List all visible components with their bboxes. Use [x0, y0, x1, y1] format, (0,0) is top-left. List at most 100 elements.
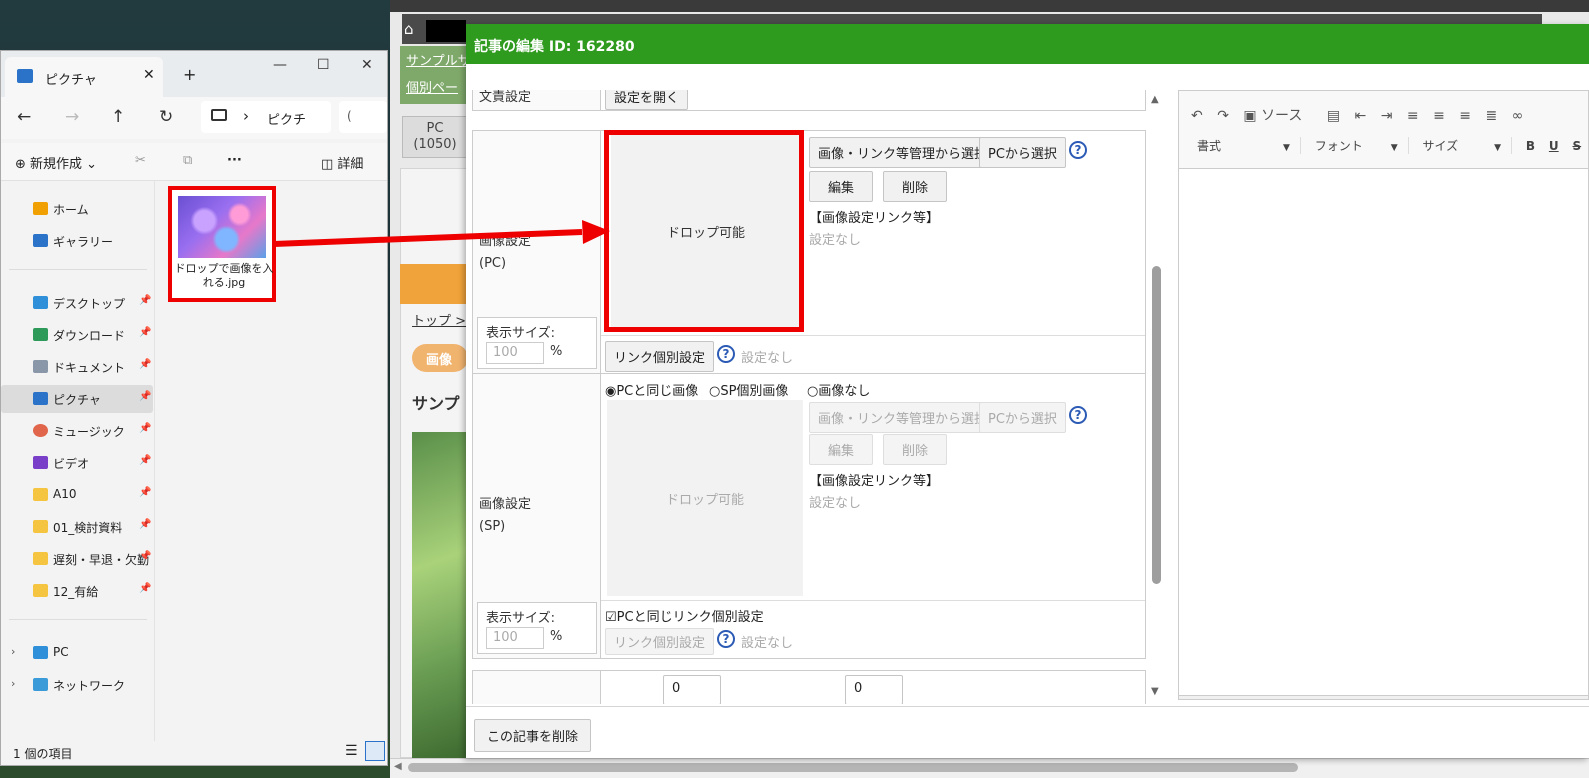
pc-link-individual-button[interactable]: リンク個別設定: [605, 341, 715, 372]
paste-icon[interactable]: ▤: [1327, 108, 1340, 124]
home-icon[interactable]: ⌂: [404, 20, 424, 40]
help-icon[interactable]: ?: [1069, 141, 1087, 159]
help-icon[interactable]: ?: [717, 345, 735, 363]
sidebar-item-folder[interactable]: 01_検討資料 📌: [1, 513, 153, 541]
indent-icon[interactable]: ⇥: [1381, 108, 1393, 124]
pin-icon[interactable]: 📌: [139, 295, 151, 306]
tile-view-icon[interactable]: [365, 741, 385, 761]
justify-icon[interactable]: ≣: [1485, 108, 1497, 124]
more-icon[interactable]: ···: [227, 153, 242, 168]
sp-same-link-checkbox[interactable]: ☑PCと同じリンク個別設定: [605, 606, 764, 625]
site-link[interactable]: サンプルサ: [400, 46, 468, 73]
sidebar-item-gallery[interactable]: ギャラリー: [1, 227, 153, 255]
pin-icon[interactable]: 📌: [139, 327, 151, 338]
back-icon[interactable]: ←: [17, 107, 31, 127]
sp-radio-same[interactable]: ◉PCと同じ画像: [605, 380, 698, 399]
align-right-icon[interactable]: ≡: [1459, 108, 1471, 124]
sp-image-drop-zone[interactable]: ドロップ可能: [607, 400, 803, 596]
align-center-icon[interactable]: ≡: [1433, 108, 1445, 124]
pc-select-from-manager-button[interactable]: 画像・リンク等管理から選択: [809, 137, 997, 168]
sidebar-item-network[interactable]: › ネットワーク: [1, 671, 153, 699]
scroll-down-icon[interactable]: ▼: [1151, 686, 1159, 697]
sidebar-item-downloads[interactable]: ダウンロード 📌: [1, 321, 153, 349]
list-view-icon[interactable]: ☰: [345, 743, 358, 759]
form-vertical-scrollbar[interactable]: ▲ ▼: [1150, 90, 1164, 704]
sidebar-item-desktop[interactable]: デスクトップ 📌: [1, 289, 153, 317]
cut-icon[interactable]: ✂: [135, 153, 146, 168]
sp-delete-button[interactable]: 削除: [883, 434, 948, 465]
pin-icon[interactable]: 📌: [139, 519, 151, 530]
pc-select-from-pc-button[interactable]: PCから選択: [979, 137, 1066, 168]
source-button[interactable]: ▣ ソース: [1243, 108, 1312, 124]
minimize-icon[interactable]: —: [273, 57, 287, 73]
maximize-icon[interactable]: ☐: [317, 57, 330, 73]
pin-icon[interactable]: 📌: [139, 583, 151, 594]
redo-icon[interactable]: ↷: [1217, 108, 1229, 124]
link-icon[interactable]: ∞: [1512, 108, 1524, 124]
pin-icon[interactable]: 📌: [139, 455, 151, 466]
sidebar-item-pc[interactable]: › PC: [1, 639, 153, 667]
delete-article-button[interactable]: この記事を削除: [474, 719, 592, 752]
sidebar-item-pictures[interactable]: ピクチャ 📌: [1, 385, 153, 413]
scrollbar-thumb[interactable]: [408, 763, 1298, 772]
open-settings-button[interactable]: 設定を開く: [605, 90, 689, 110]
sidebar-item-music[interactable]: ミュージック 📌: [1, 417, 153, 445]
sidebar-item-home[interactable]: ホーム: [1, 195, 153, 223]
underline-button[interactable]: U: [1549, 139, 1559, 153]
sp-radio-individual[interactable]: ○SP個別画像: [709, 380, 788, 399]
sp-edit-button[interactable]: 編集: [809, 434, 874, 465]
help-icon[interactable]: ?: [1069, 406, 1087, 424]
forward-icon[interactable]: →: [65, 107, 79, 127]
size-dropdown[interactable]: サイズ ▼: [1413, 137, 1513, 154]
breadcrumb[interactable]: トップ >: [412, 310, 466, 329]
pin-icon[interactable]: 📌: [139, 391, 151, 402]
pin-icon[interactable]: 📌: [139, 551, 151, 562]
undo-icon[interactable]: ↶: [1191, 108, 1203, 124]
pin-icon[interactable]: 📌: [139, 423, 151, 434]
align-left-icon[interactable]: ≡: [1407, 108, 1419, 124]
bold-button[interactable]: B: [1526, 139, 1535, 153]
scroll-left-icon[interactable]: ◀: [394, 761, 402, 772]
explorer-tab[interactable]: ピクチャ ✕: [5, 57, 163, 97]
chevron-right-icon[interactable]: ›: [11, 677, 15, 690]
pin-icon[interactable]: 📌: [139, 359, 151, 370]
sp-select-from-pc-button[interactable]: PCから選択: [979, 402, 1066, 433]
close-window-icon[interactable]: ✕: [361, 57, 373, 73]
strike-button[interactable]: S: [1572, 139, 1581, 153]
sp-size-input[interactable]: 100: [486, 627, 544, 649]
sidebar-item-folder[interactable]: 遅刻・早退・欠勤 📌: [1, 545, 153, 573]
search-box[interactable]: (: [339, 101, 387, 133]
scroll-up-icon[interactable]: ▲: [1151, 94, 1159, 105]
sidebar-item-documents[interactable]: ドキュメント 📌: [1, 353, 153, 381]
image-file-tile[interactable]: ドロップで画像を入れる.jpg: [168, 186, 276, 302]
address-bar[interactable]: › ピクチ: [201, 101, 331, 133]
outdent-icon[interactable]: ⇤: [1355, 108, 1367, 124]
new-tab-icon[interactable]: +: [183, 65, 196, 84]
close-tab-icon[interactable]: ✕: [143, 67, 155, 83]
up-icon[interactable]: ↑: [111, 107, 125, 127]
chevron-right-icon[interactable]: ›: [11, 645, 15, 658]
next-row-input-a[interactable]: 0: [663, 675, 721, 704]
refresh-icon[interactable]: ↻: [159, 107, 173, 127]
copy-icon[interactable]: ⧉: [183, 153, 192, 168]
format-dropdown[interactable]: 書式 ▼: [1187, 137, 1301, 154]
pin-icon[interactable]: 📌: [139, 487, 151, 498]
font-dropdown[interactable]: フォント ▼: [1305, 137, 1409, 154]
sidebar-item-folder[interactable]: A10 📌: [1, 481, 153, 509]
new-button[interactable]: ⊕ 新規作成 ⌄: [15, 153, 97, 172]
device-preview-toggle[interactable]: PC (1050): [402, 116, 468, 158]
next-row-input-b[interactable]: 0: [845, 675, 903, 704]
help-icon[interactable]: ?: [717, 630, 735, 648]
page-link[interactable]: 個別ペー: [400, 73, 468, 100]
sidebar-item-folder[interactable]: 12_有給 📌: [1, 577, 153, 605]
form-scrollbar-thumb[interactable]: [1152, 266, 1161, 584]
sp-select-from-manager-button[interactable]: 画像・リンク等管理から選択: [809, 402, 997, 433]
pc-delete-button[interactable]: 削除: [883, 171, 948, 202]
horizontal-scrollbar[interactable]: ◀: [390, 758, 1589, 778]
pc-edit-button[interactable]: 編集: [809, 171, 874, 202]
sp-radio-none[interactable]: ○画像なし: [807, 380, 870, 399]
sidebar-item-videos[interactable]: ビデオ 📌: [1, 449, 153, 477]
details-button[interactable]: ◫ 詳細: [321, 153, 363, 172]
sp-link-individual-button[interactable]: リンク個別設定: [605, 628, 715, 655]
pc-size-input[interactable]: 100: [486, 342, 544, 364]
